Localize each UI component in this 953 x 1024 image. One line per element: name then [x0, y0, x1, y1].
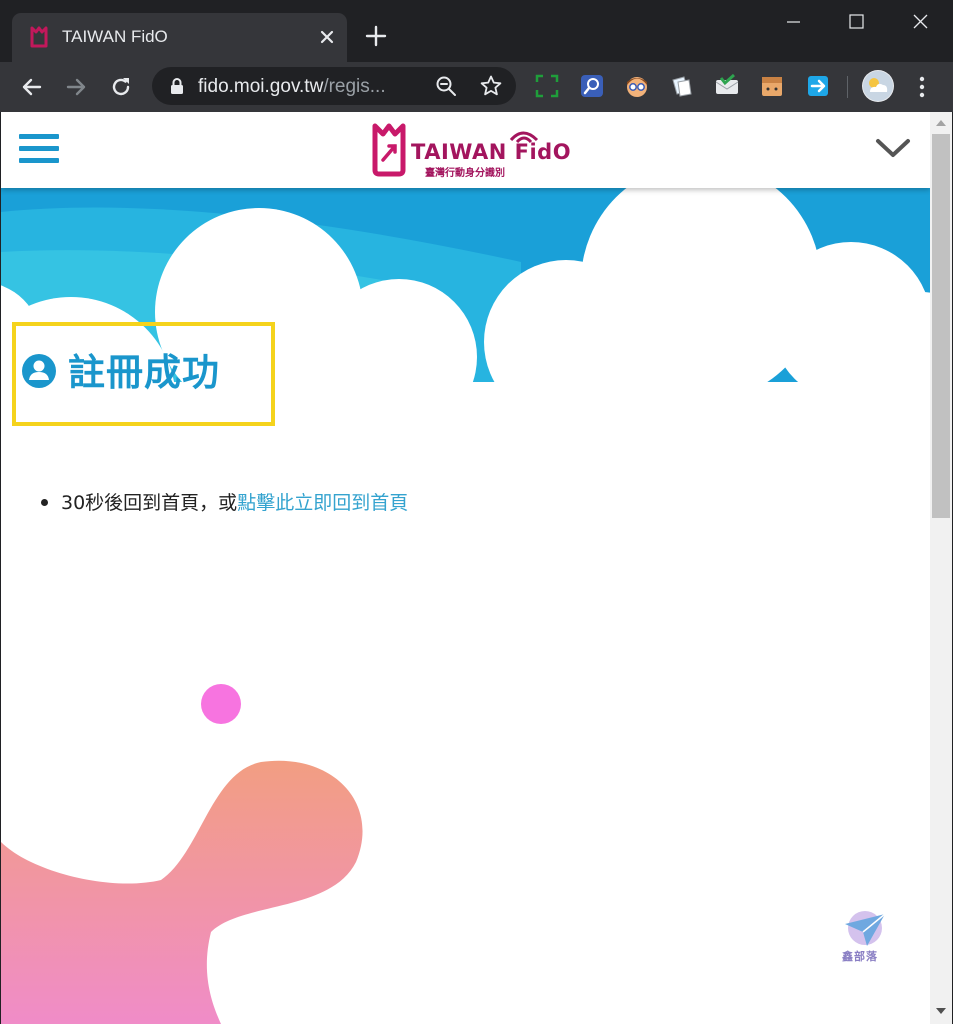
- window-close-icon[interactable]: [897, 5, 943, 39]
- bookmark-star-icon[interactable]: [479, 74, 503, 98]
- logo-wordmark: TAIWAN FidO: [411, 140, 572, 164]
- window-minimize-icon[interactable]: [770, 5, 816, 39]
- paper-plane-icon: [845, 911, 886, 946]
- scroll-up-icon[interactable]: [935, 118, 947, 128]
- weather-avatar-icon: [863, 71, 893, 101]
- tab-title: TAIWAN FidO: [62, 27, 168, 46]
- page-scrollbar[interactable]: [930, 112, 952, 1024]
- zoom-icon[interactable]: [435, 75, 457, 97]
- hamburger-menu-icon[interactable]: [19, 134, 59, 166]
- bullet-icon: [41, 499, 48, 506]
- magnifier-extension-icon[interactable]: [580, 74, 604, 98]
- browser-menu-icon[interactable]: [912, 74, 932, 100]
- browser-tab[interactable]: TAIWAN FidO: [12, 13, 347, 62]
- send-extension-icon[interactable]: [806, 74, 830, 98]
- browser-titlebar: TAIWAN FidO: [0, 0, 953, 62]
- background-illustration: [1, 162, 930, 1024]
- chevron-down-icon[interactable]: [875, 136, 911, 160]
- back-arrow-icon[interactable]: [18, 73, 46, 101]
- page-viewport: TAIWAN FidO 臺灣行動身分識別 註冊成功 30秒後回到首頁，或點擊此立…: [1, 112, 930, 1024]
- new-tab-icon[interactable]: [364, 24, 388, 48]
- tab-close-icon[interactable]: [315, 25, 339, 49]
- notes-extension-icon[interactable]: [670, 74, 694, 98]
- list-item: 30秒後回到首頁，或點擊此立即回到首頁: [41, 488, 408, 515]
- user-circle-icon: [22, 354, 56, 388]
- decorative-blob: [1, 760, 363, 1024]
- avatar-extension-icon[interactable]: [625, 74, 649, 98]
- taiwan-fido-logo[interactable]: TAIWAN FidO 臺灣行動身分識別: [369, 120, 572, 179]
- watermark-logo: 鑫部落: [841, 910, 891, 968]
- window-maximize-icon[interactable]: [833, 5, 879, 39]
- taiwan-fido-favicon-icon: [30, 26, 48, 48]
- info-list: 30秒後回到首頁，或點擊此立即回到首頁: [41, 488, 408, 515]
- site-header: TAIWAN FidO 臺灣行動身分識別: [1, 112, 930, 188]
- logo-subtitle: 臺灣行動身分識別: [425, 168, 505, 179]
- page-title: 註冊成功: [68, 351, 220, 394]
- watermark-text: 鑫部落: [842, 950, 878, 963]
- scrollbar-thumb[interactable]: [932, 134, 950, 518]
- redirect-message: 30秒後回到首頁，或: [61, 492, 238, 514]
- toolbar-separator: [847, 76, 848, 98]
- box-extension-icon[interactable]: [760, 74, 784, 98]
- return-home-link[interactable]: 點擊此立即回到首頁: [237, 492, 408, 514]
- success-heading-box: 註冊成功: [12, 322, 275, 426]
- fido-phone-logo-icon: [372, 123, 406, 177]
- mail-checker-extension-icon[interactable]: [715, 74, 739, 98]
- url-text[interactable]: fido.moi.gov.tw/regis...: [198, 76, 386, 98]
- profile-avatar[interactable]: [862, 70, 894, 102]
- scroll-down-icon[interactable]: [935, 1006, 947, 1016]
- decorative-dot: [201, 684, 241, 724]
- forward-arrow-icon[interactable]: [62, 73, 90, 101]
- browser-toolbar: fido.moi.gov.tw/regis...: [0, 62, 953, 112]
- reload-icon[interactable]: [107, 73, 135, 101]
- screen-capture-extension-icon[interactable]: [535, 74, 559, 98]
- address-bar[interactable]: fido.moi.gov.tw/regis...: [152, 67, 516, 105]
- lock-icon[interactable]: [170, 77, 184, 95]
